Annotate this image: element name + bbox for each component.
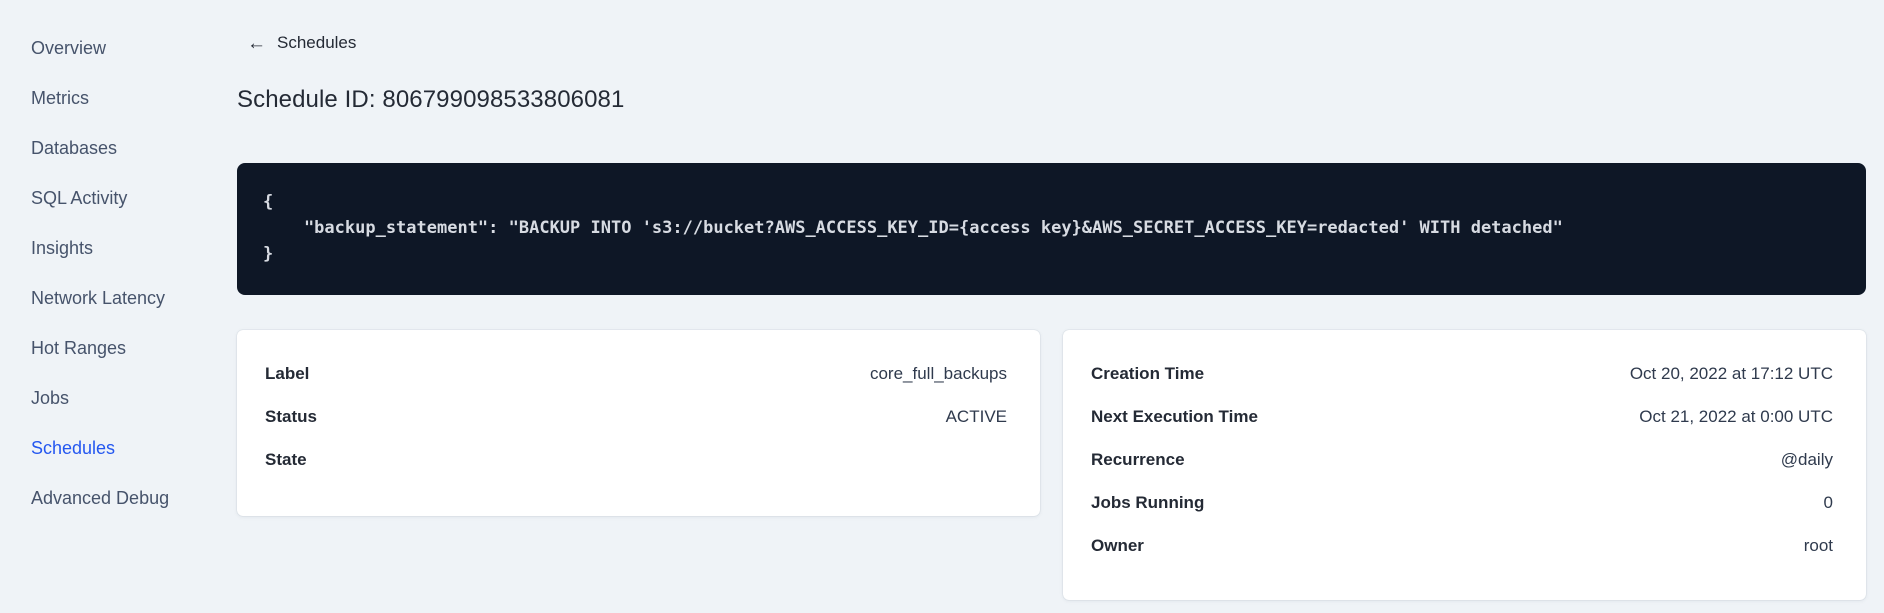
sidebar-item-insights[interactable]: Insights xyxy=(31,223,200,273)
back-arrow-icon: ← xyxy=(247,32,266,54)
detail-row-key: Jobs Running xyxy=(1091,492,1205,512)
sidebar-item-advanced-debug[interactable]: Advanced Debug xyxy=(31,473,200,523)
back-link-label: Schedules xyxy=(277,33,357,52)
detail-row-key: Recurrence xyxy=(1091,449,1185,469)
page-title: Schedule ID: 806799098533806081 xyxy=(237,86,625,113)
detail-row-recurrence: Recurrence @daily xyxy=(1091,438,1833,481)
detail-row-status: Status ACTIVE xyxy=(265,395,1007,438)
schedule-details-card: Label core_full_backups Status ACTIVE St… xyxy=(237,330,1040,516)
detail-row-value: @daily xyxy=(1780,449,1833,469)
detail-row-value: core_full_backups xyxy=(869,363,1007,383)
detail-row-value: Oct 21, 2022 at 0:00 UTC xyxy=(1639,406,1833,426)
detail-row-key: Owner xyxy=(1091,535,1144,555)
detail-row-owner: Owner root xyxy=(1091,524,1833,567)
detail-row-key: Label xyxy=(265,363,310,383)
execution-details-card: Creation Time Oct 20, 2022 at 17:12 UTC … xyxy=(1063,330,1866,600)
schedule-definition-json: { "backup_statement": "BACKUP INTO 's3:/… xyxy=(263,192,1563,264)
sidebar-item-jobs[interactable]: Jobs xyxy=(31,373,200,423)
sidebar-item-network-latency[interactable]: Network Latency xyxy=(31,273,200,323)
detail-row-creation-time: Creation Time Oct 20, 2022 at 17:12 UTC xyxy=(1091,352,1833,395)
detail-row-value: Oct 20, 2022 at 17:12 UTC xyxy=(1629,363,1833,383)
detail-row-jobs-running: Jobs Running 0 xyxy=(1091,481,1833,524)
detail-row-next-execution-time: Next Execution Time Oct 21, 2022 at 0:00… xyxy=(1091,395,1833,438)
schedule-definition-code-block: { "backup_statement": "BACKUP INTO 's3:/… xyxy=(237,163,1866,295)
detail-row-value: root xyxy=(1803,535,1833,555)
sidebar-item-databases[interactable]: Databases xyxy=(31,123,200,173)
sidebar-item-metrics[interactable]: Metrics xyxy=(31,73,200,123)
detail-row-key: Next Execution Time xyxy=(1091,406,1258,426)
sidebar-item-schedules[interactable]: Schedules xyxy=(31,423,200,473)
detail-row-key: State xyxy=(265,449,307,469)
detail-row-key: Status xyxy=(265,406,317,426)
detail-row-key: Creation Time xyxy=(1091,363,1205,383)
detail-row-label: Label core_full_backups xyxy=(265,352,1007,395)
sidebar-item-sql-activity[interactable]: SQL Activity xyxy=(31,173,200,223)
detail-row-state: State xyxy=(265,438,1007,481)
detail-row-value: ACTIVE xyxy=(945,406,1007,426)
schedule-detail-page: Overview Metrics Databases SQL Activity … xyxy=(0,0,1884,613)
back-to-schedules-link[interactable]: ← Schedules xyxy=(247,33,356,53)
detail-row-value: 0 xyxy=(1823,492,1833,512)
sidebar-item-hot-ranges[interactable]: Hot Ranges xyxy=(31,323,200,373)
sidebar-nav: Overview Metrics Databases SQL Activity … xyxy=(0,0,200,613)
sidebar-item-overview[interactable]: Overview xyxy=(31,23,200,73)
